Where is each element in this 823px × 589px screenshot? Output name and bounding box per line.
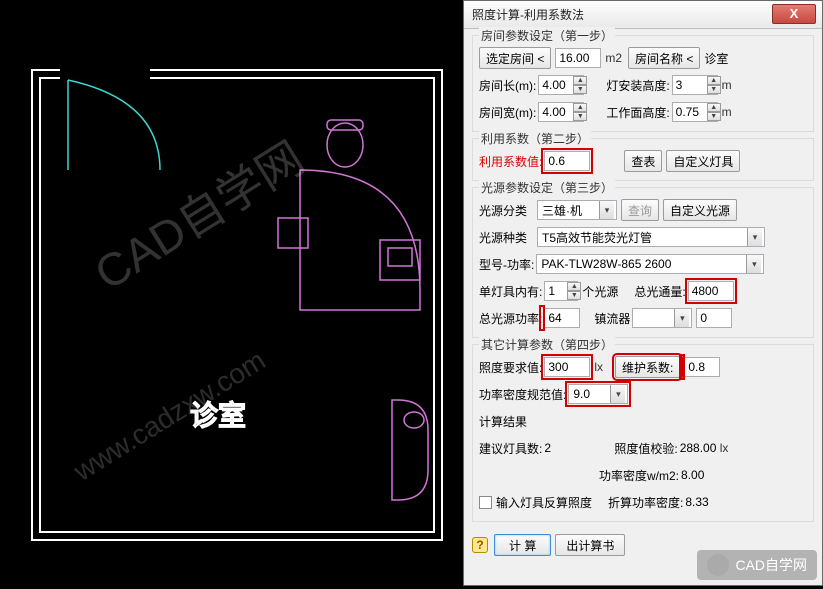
group-room-params-title: 房间参数设定（第一步） (479, 27, 615, 44)
lookup-table-button[interactable]: 查表 (624, 150, 662, 172)
room-area-input[interactable] (555, 48, 601, 68)
power-density-result-value: 8.00 (681, 468, 721, 482)
wh-up-icon[interactable]: ▲ (707, 103, 721, 112)
close-button[interactable]: X (772, 4, 816, 24)
ih-down-icon[interactable]: ▼ (707, 85, 721, 94)
room-length-label: 房间长(m): (479, 77, 536, 94)
util-coef-input[interactable] (544, 151, 590, 171)
room-width-label: 房间宽(m): (479, 104, 536, 121)
suggest-count-value: 2 (544, 441, 584, 455)
custom-source-button[interactable]: 自定义光源 (663, 199, 737, 221)
brand-overlay-text: CAD自学网 (735, 555, 807, 575)
util-coef-label: 利用系数值: (479, 153, 542, 170)
ih-up-icon[interactable]: ▲ (707, 76, 721, 85)
group-other-params-title: 其它计算参数（第四步） (479, 336, 615, 353)
len-up-icon[interactable]: ▲ (573, 76, 587, 85)
ballast-value-input[interactable] (696, 308, 732, 328)
ballast-label: 镇流器 (594, 310, 630, 327)
group-util-coef-title: 利用系数（第二步） (479, 130, 591, 147)
install-height-label: 灯安装高度: (606, 77, 669, 94)
group-room-params: 房间参数设定（第一步） 选定房间 < m2 房间名称 < 诊室 房间长(m): … (472, 35, 814, 132)
dialog-titlebar[interactable]: 照度计算-利用系数法 X (464, 1, 822, 29)
brand-overlay: CAD自学网 (697, 550, 817, 580)
custom-fixture-button[interactable]: 自定义灯具 (666, 150, 740, 172)
power-density-label: 功率密度规范值: (479, 386, 566, 403)
len-down-icon[interactable]: ▼ (573, 85, 587, 94)
reduced-density-label: 折算功率密度: (608, 494, 683, 511)
cad-canvas[interactable]: 诊室 CAD自学网 www.cadzxw.com (0, 0, 463, 586)
pf-up-icon[interactable]: ▲ (567, 282, 581, 291)
group-other-params: 其它计算参数（第四步） 照度要求值: lx 维护系数: 功率密度规范值: 9.0… (472, 344, 814, 522)
source-type-select[interactable]: T5高效节能荧光灯管 (537, 227, 765, 247)
w-up-icon[interactable]: ▲ (573, 103, 587, 112)
room-name-button[interactable]: 房间名称 < (628, 47, 700, 69)
lux-check-unit: lx (720, 441, 729, 455)
suggest-count-label: 建议灯具数: (479, 440, 542, 457)
source-type-label: 光源种类 (479, 229, 527, 246)
group-light-source-title: 光源参数设定（第三步） (479, 179, 615, 196)
dialog-title: 照度计算-利用系数法 (472, 6, 584, 23)
back-calc-label: 输入灯具反算照度 (496, 494, 592, 511)
total-power-label: 总光源功率: (479, 310, 542, 327)
result-title: 计算结果 (479, 413, 527, 430)
per-fixture-label: 单灯具内有: (479, 283, 542, 300)
group-util-coef: 利用系数（第二步） 利用系数值: 查表 自定义灯具 (472, 138, 814, 181)
export-calc-button[interactable]: 出计算书 (555, 534, 625, 556)
lux-req-input[interactable] (544, 357, 590, 377)
room-label: 诊室 (190, 400, 246, 432)
illuminance-dialog: 照度计算-利用系数法 X 房间参数设定（第一步） 选定房间 < m2 房间名称 … (463, 0, 823, 586)
install-height-unit: m (722, 78, 732, 92)
help-icon[interactable]: ? (472, 537, 488, 553)
maint-coef-input[interactable] (684, 357, 720, 377)
per-fixture-unit: 个光源 (582, 283, 618, 300)
lux-req-label: 照度要求值: (479, 359, 542, 376)
calculate-button[interactable]: 计 算 (494, 534, 551, 556)
reduced-density-value: 8.33 (685, 495, 725, 509)
ballast-select[interactable] (632, 308, 692, 328)
select-room-button[interactable]: 选定房间 < (479, 47, 551, 69)
power-density-select[interactable]: 9.0 (568, 384, 628, 404)
work-height-unit: m (722, 105, 732, 119)
group-light-source: 光源参数设定（第三步） 光源分类 三雄·机 查询 自定义光源 光源种类 T5高效… (472, 187, 814, 338)
lux-unit: lx (594, 360, 603, 374)
wh-down-icon[interactable]: ▼ (707, 112, 721, 121)
power-density-result-label: 功率密度w/m2: (599, 467, 679, 484)
work-height-label: 工作面高度: (606, 104, 669, 121)
maint-coef-button[interactable]: 维护系数: (615, 356, 680, 378)
w-down-icon[interactable]: ▼ (573, 112, 587, 121)
lux-check-label: 照度值校验: (614, 440, 677, 457)
source-class-label: 光源分类 (479, 202, 527, 219)
source-class-select[interactable]: 三雄·机 (537, 200, 617, 220)
avatar-icon (707, 554, 729, 576)
pf-down-icon[interactable]: ▼ (567, 291, 581, 300)
total-flux-input[interactable] (688, 281, 734, 301)
total-flux-label: 总光通量: (634, 283, 685, 300)
room-name-value: 诊室 (704, 50, 744, 67)
query-button[interactable]: 查询 (621, 199, 659, 221)
back-calc-checkbox[interactable] (479, 496, 492, 509)
area-unit: m2 (605, 51, 622, 65)
total-power-input[interactable] (544, 308, 580, 328)
lux-check-value: 288.00 (680, 441, 720, 455)
model-power-select[interactable]: PAK-TLW28W-865 2600 (536, 254, 764, 274)
model-power-label: 型号-功率: (479, 256, 534, 273)
